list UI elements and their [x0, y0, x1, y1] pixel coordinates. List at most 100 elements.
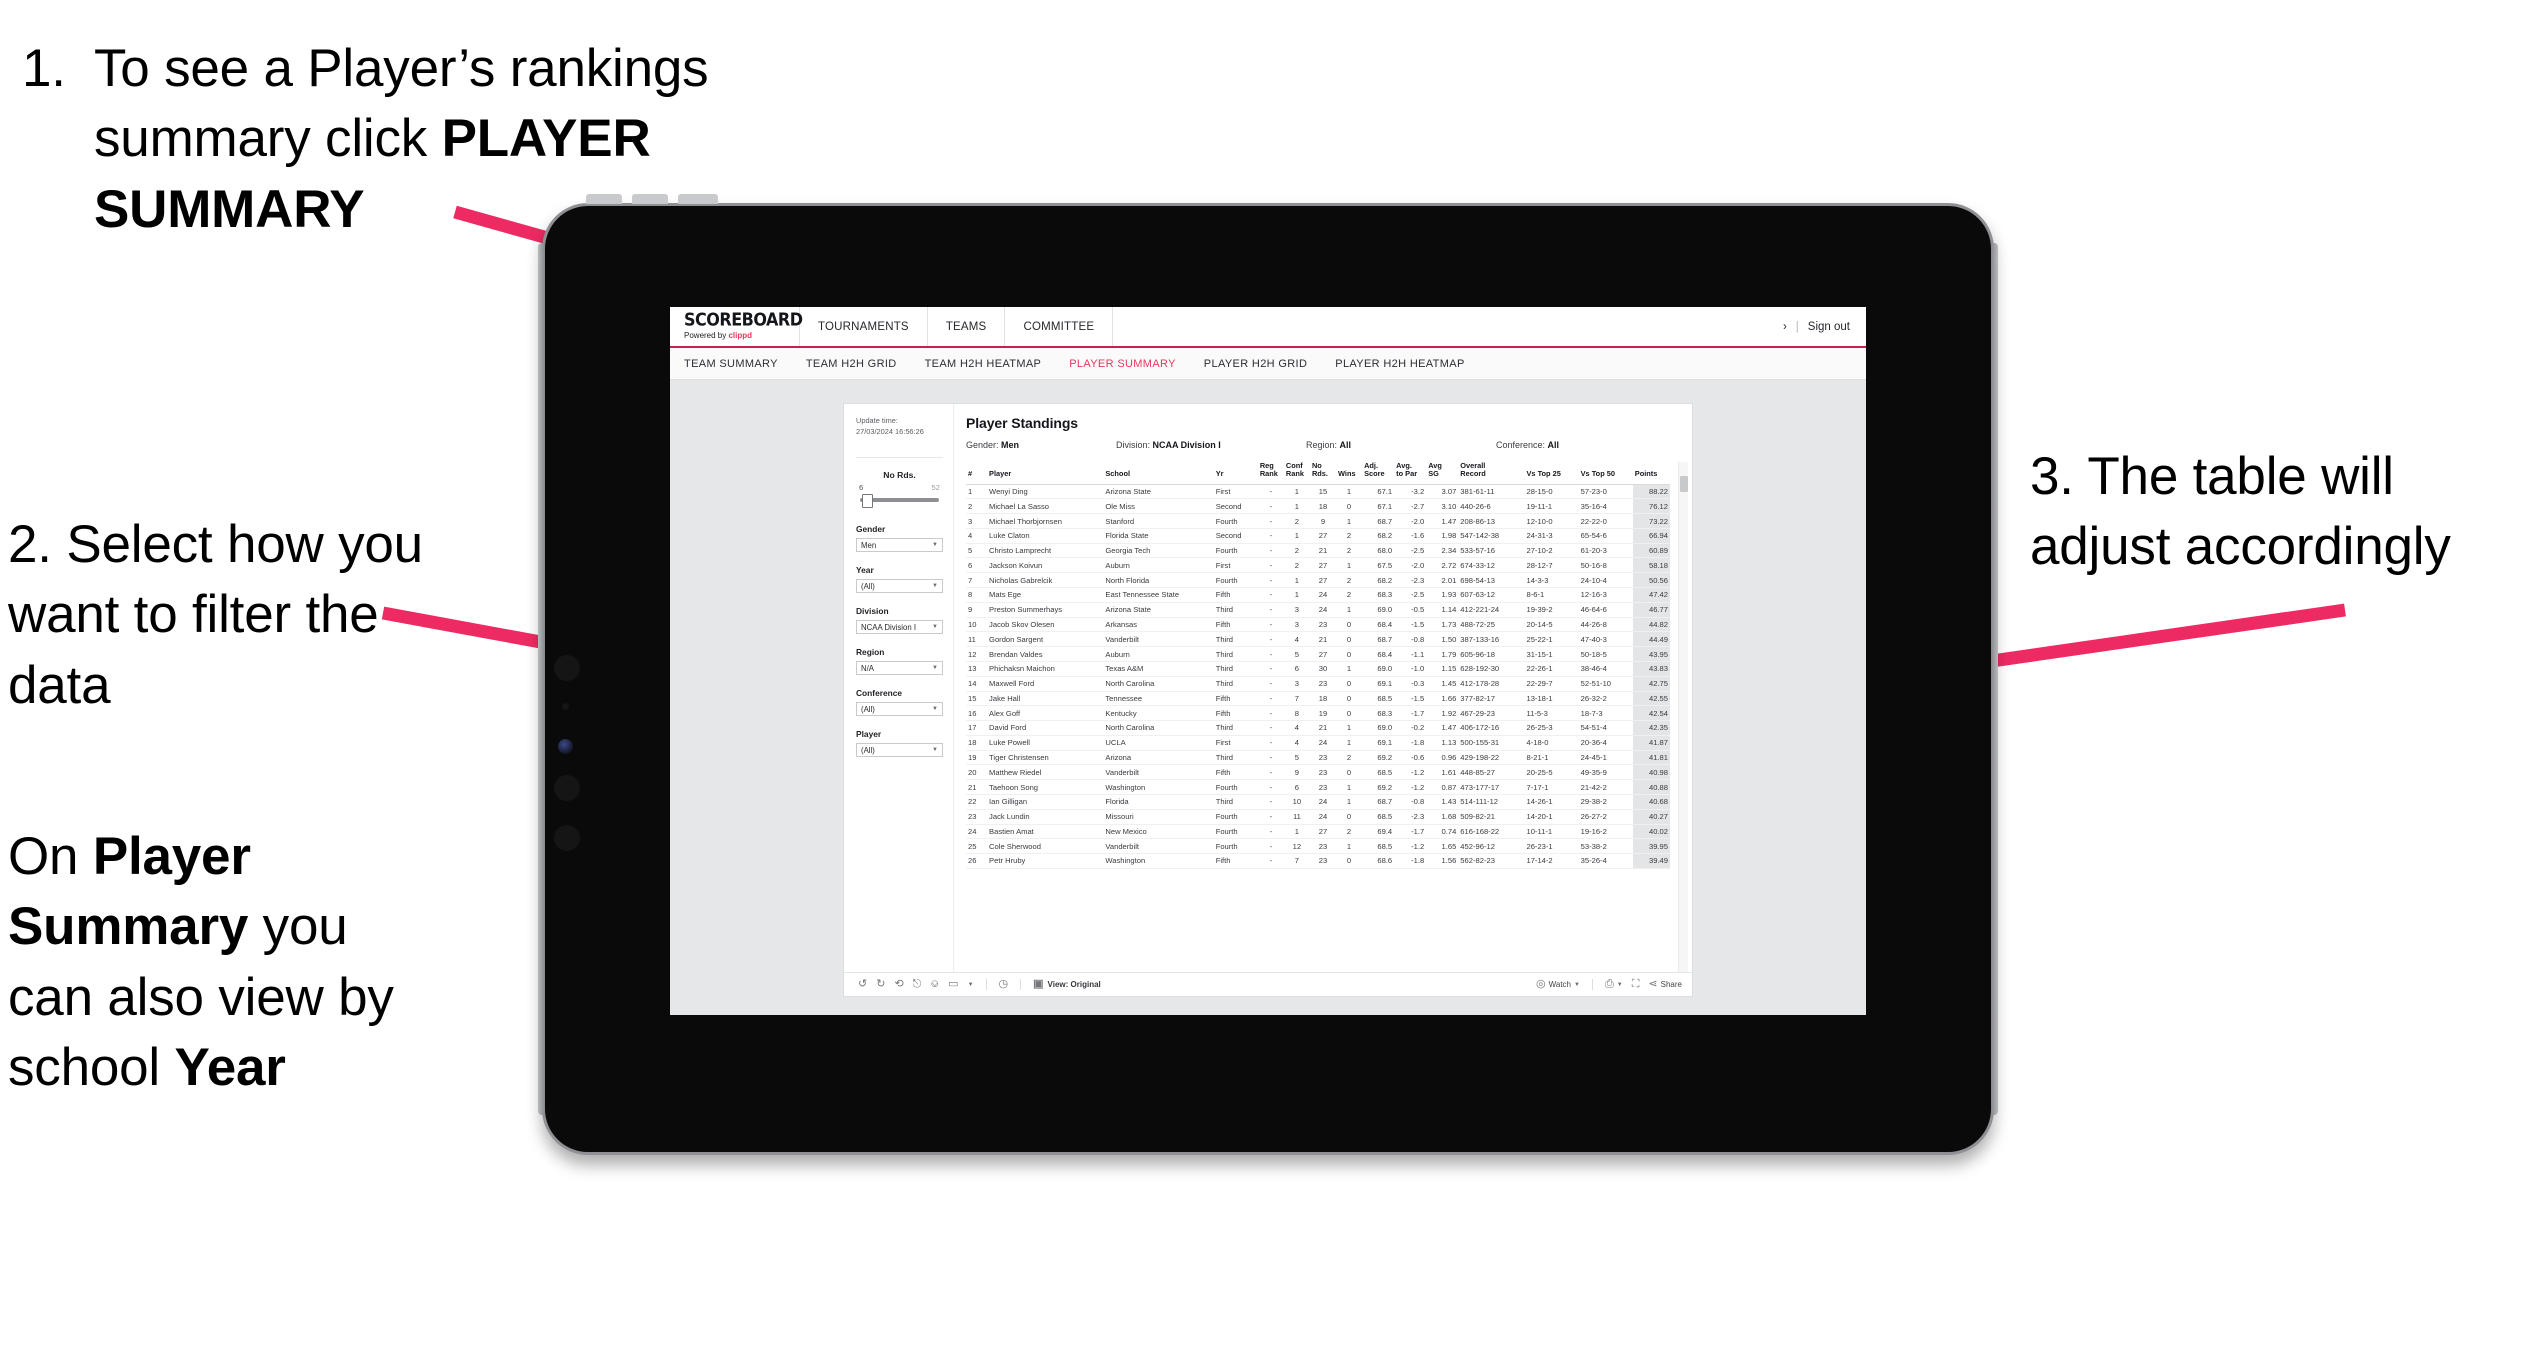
table-row[interactable]: 5 Christo Lamprecht Georgia Tech Fourth -2 21…	[966, 543, 1670, 559]
filter-division-select[interactable]: NCAA Division I ▼	[856, 620, 943, 635]
col-header-no-rds[interactable]: No Rds.	[1309, 462, 1336, 485]
tab-team-h2h-heatmap[interactable]: TEAM H2H HEATMAP	[925, 358, 1059, 370]
tab-team-h2h-grid[interactable]: TEAM H2H GRID	[806, 358, 914, 370]
cell-points: 58.18	[1632, 557, 1670, 574]
table-row[interactable]: 13 Phichaksn Maichon Texas A&M Third -6 30 1 69…	[966, 661, 1670, 677]
view-original-button[interactable]: ▣ View: Original	[1033, 979, 1101, 990]
col-header-avg-sg[interactable]: Avg SG	[1426, 462, 1459, 485]
standings-table-scroll[interactable]: # Player School Yr Reg Rank Conf Rank No Rds. Wins…	[966, 462, 1692, 972]
slider-range: 6 52	[856, 483, 943, 494]
col-header-vs-top-25[interactable]: Vs Top 25	[1524, 462, 1579, 485]
tablet-device: SCOREBOARD Powered by clippd TOURNAMENTS…	[538, 194, 1998, 1155]
table-row[interactable]: 12 Brendan Valdes Auburn Third -5 27 0 68.4 -1.1…	[966, 646, 1670, 662]
cell-reg-rank: -	[1257, 498, 1284, 515]
col-header-vs-top-50[interactable]: Vs Top 50	[1578, 462, 1633, 485]
tablet-top-button-2[interactable]	[632, 194, 668, 204]
col-header-reg-rank[interactable]: Reg Rank	[1257, 462, 1284, 485]
fullscreen-icon[interactable]: ⛶	[1632, 979, 1640, 990]
cell-points: 40.98	[1632, 764, 1670, 781]
table-row[interactable]: 21 Taehoon Song Washington Fourth -6 23 1 69.2-…	[966, 779, 1670, 795]
topnav-committee[interactable]: COMMITTEE	[1005, 307, 1114, 346]
cell-school: North Carolina	[1103, 720, 1214, 736]
watch-button[interactable]: ◎ Watch ▼	[1536, 979, 1580, 990]
col-header-school[interactable]: School	[1103, 462, 1214, 485]
table-row[interactable]: 9 Preston Summerhays Arizona State Third -3 2…	[966, 602, 1670, 618]
table-row[interactable]: 10 Jacob Skov Olesen Arkansas Fifth -3 23 0 68.…	[966, 617, 1670, 633]
redo-icon[interactable]: ↻	[876, 979, 885, 990]
table-vertical-scrollbar[interactable]	[1678, 462, 1688, 972]
col-header-year[interactable]: Yr	[1213, 462, 1258, 485]
col-header-player[interactable]: Player	[987, 462, 1104, 485]
table-row[interactable]: 2 Michael La Sasso Ole Miss Second -1 18 0 67.1…	[966, 498, 1670, 515]
cell-vs-top-50: 18-7-3	[1578, 705, 1633, 722]
tab-player-h2h-heatmap[interactable]: PLAYER H2H HEATMAP	[1335, 358, 1481, 370]
table-row[interactable]: 14 Maxwell Ford North Carolina Third -3 23 0 69…	[966, 676, 1670, 692]
cell-avg-to-par: -2.5	[1394, 543, 1427, 559]
table-row[interactable]: 19 Tiger Christensen Arizona Third -5 23 2 69.2…	[966, 750, 1670, 766]
cell-vs-top-25: 14-26-1	[1524, 794, 1579, 810]
table-scrollbar-thumb[interactable]	[1680, 476, 1688, 492]
filter-player-select[interactable]: (All) ▼	[856, 743, 943, 758]
chevron-down-icon[interactable]: ▼	[968, 982, 974, 988]
col-header-rank[interactable]: #	[966, 462, 988, 485]
download-button[interactable]: ⎙ ▼	[1605, 979, 1623, 990]
revert-icon[interactable]: ⟲	[894, 979, 903, 990]
filter-gender-select[interactable]: Men ▼	[856, 538, 943, 553]
table-row[interactable]: 15 Jake Hall Tennessee Fifth -7 18 0 68.5 -1.5 1.…	[966, 691, 1670, 707]
rectangle-select-icon[interactable]: ▭	[948, 979, 958, 990]
table-row[interactable]: 16 Alex Goff Kentucky Fifth -8 19 0 68.3 -1.7 1.9…	[966, 705, 1670, 722]
tablet-top-button-1[interactable]	[586, 194, 622, 204]
tablet-edge-button-bottom[interactable]	[554, 825, 580, 851]
undo-icon[interactable]: ↺	[858, 979, 867, 990]
slider-thumb[interactable]	[861, 494, 873, 509]
tab-player-h2h-grid[interactable]: PLAYER H2H GRID	[1204, 358, 1324, 370]
brand-logo[interactable]: SCOREBOARD Powered by clippd	[670, 307, 803, 346]
summary-conference: Conference: All	[1496, 440, 1559, 450]
filter-conference-select[interactable]: (All) ▼	[856, 702, 943, 717]
tab-team-summary[interactable]: TEAM SUMMARY	[684, 358, 795, 370]
share-button[interactable]: ⋖ Share	[1648, 979, 1682, 990]
table-row[interactable]: 22 Ian Gilligan Florida Third -10 24 1 68.7 -0.8…	[966, 794, 1670, 810]
col-header-avg-to-par[interactable]: Avg. to Par	[1394, 462, 1427, 485]
topnav-teams[interactable]: TEAMS	[928, 307, 1006, 346]
refresh-icon[interactable]: ⎋	[913, 979, 922, 990]
sign-out-link[interactable]: Sign out	[1808, 321, 1850, 333]
filter-year-select[interactable]: (All) ▼	[856, 579, 943, 594]
clock-icon[interactable]: ◷	[999, 979, 1009, 990]
table-row[interactable]: 24 Bastien Amat New Mexico Fourth -1 27 2 69.4-…	[966, 824, 1670, 840]
table-row[interactable]: 4 Luke Claton Florida State Second -1 27 2 68.2…	[966, 528, 1670, 544]
table-row[interactable]: 25 Cole Sherwood Vanderbilt Fourth -12 23 1 68.…	[966, 838, 1670, 855]
col-header-points[interactable]: Points	[1632, 462, 1670, 485]
col-header-conf-rank[interactable]: Conf Rank	[1283, 462, 1310, 485]
cell-year: Fifth	[1213, 691, 1258, 707]
table-row[interactable]: 7 Nicholas Gabrelcik North Florida Fourth -1…	[966, 572, 1670, 589]
cell-conf-rank: 3	[1283, 602, 1310, 618]
table-row[interactable]: 11 Gordon Sargent Vanderbilt Third -4 21 0 68.7…	[966, 631, 1670, 648]
table-row[interactable]: 18 Luke Powell UCLA First -4 24 1 69.1 -1.8 1.13 5…	[966, 735, 1670, 751]
tablet-edge-button-mid[interactable]	[554, 775, 580, 801]
col-header-wins[interactable]: Wins	[1336, 462, 1363, 485]
user-menu-icon[interactable]: ›	[1783, 321, 1787, 333]
table-row[interactable]: 20 Matthew Riedel Vanderbilt Fifth -9 23 0 68.5…	[966, 764, 1670, 781]
table-row[interactable]: 23 Jack Lundin Missouri Fourth -11 24 0 68.5 -2.…	[966, 809, 1670, 825]
cell-points: 46.77	[1632, 602, 1670, 618]
filter-region-select[interactable]: N/A ▼	[856, 661, 943, 676]
table-row[interactable]: 17 David Ford North Carolina Third -4 21 1 69.0…	[966, 720, 1670, 736]
table-row[interactable]: 26 Petr Hruby Washington Fifth -7 23 0 68.6 -1.8…	[966, 853, 1670, 869]
cell-wins: 2	[1336, 572, 1363, 589]
table-row[interactable]: 3 Michael Thorbjornsen Stanford Fourth -2 9 1 6…	[966, 513, 1670, 529]
slider-track[interactable]	[860, 494, 939, 509]
col-header-adj-score[interactable]: Adj. Score	[1362, 462, 1395, 485]
cell-avg-sg: 1.98	[1426, 528, 1459, 544]
filter-no-rds-slider[interactable]: No Rds. 6 52	[856, 470, 943, 509]
table-row[interactable]: 8 Mats Ege East Tennessee State Fifth -1 24 2 6…	[966, 587, 1670, 603]
cell-year: Third	[1213, 631, 1258, 648]
tablet-top-button-3[interactable]	[678, 194, 718, 204]
pause-icon[interactable]: ⎉	[930, 979, 939, 990]
table-row[interactable]: 1 Wenyi Ding Arizona State First -1 15 1 67.1 -3…	[966, 484, 1670, 500]
topnav-tournaments[interactable]: TOURNAMENTS	[800, 307, 928, 346]
tablet-edge-button-top[interactable]	[554, 655, 580, 681]
table-row[interactable]: 6 Jackson Koivun Auburn First -2 27 1 67.5 -2.0 2…	[966, 557, 1670, 574]
tab-player-summary[interactable]: PLAYER SUMMARY	[1069, 358, 1193, 370]
col-header-overall-record[interactable]: Overall Record	[1458, 462, 1525, 485]
